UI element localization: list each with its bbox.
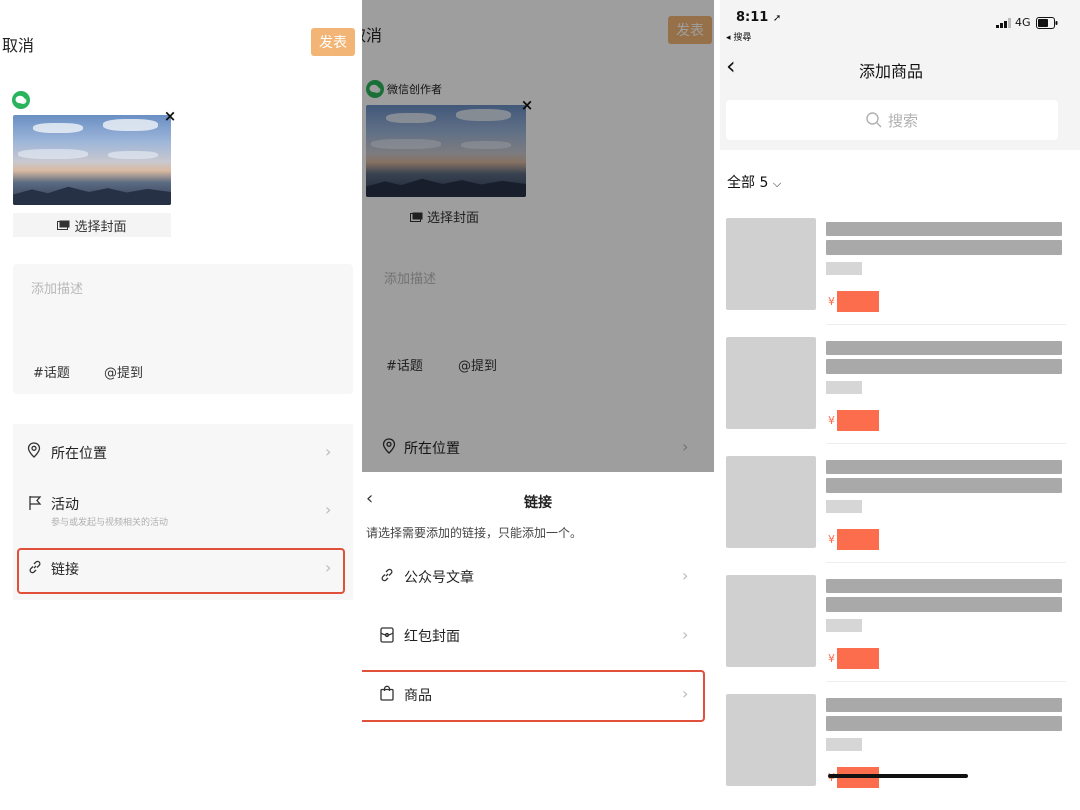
signal-icon	[996, 18, 1012, 28]
product-title-line	[826, 341, 1062, 355]
product-title-line	[826, 597, 1062, 612]
divider	[826, 681, 1066, 682]
description-box[interactable]: 添加描述 #话题 @提到	[13, 264, 353, 394]
product-highlight-frame	[362, 670, 705, 722]
product-thumbnail	[726, 694, 816, 786]
link-sheet: ‹ 链接 请选择需要添加的链接，只能添加一个。 公众号文章 › 红包封面 › 商…	[362, 472, 714, 810]
publish-button[interactable]: 发表	[311, 28, 355, 56]
location-icon	[27, 442, 41, 458]
sheet-title: 链接	[524, 495, 552, 511]
divider	[826, 324, 1066, 325]
product-thumbnail	[726, 456, 816, 548]
activity-subtitle: 参与或发起与视频相关的活动	[51, 518, 169, 528]
product-meta-line	[826, 262, 862, 275]
back-chevron-icon[interactable]: ‹	[366, 488, 373, 509]
link-highlight-frame	[17, 548, 345, 594]
product-title-line	[826, 478, 1062, 493]
product-item[interactable]: ¥	[720, 337, 1080, 449]
location-row[interactable]: 所在位置	[51, 443, 107, 463]
price-currency: ¥	[828, 533, 835, 546]
mention-button[interactable]: @提到	[104, 362, 143, 381]
product-item[interactable]: ¥	[720, 456, 1080, 568]
option-red-packet-cover[interactable]: 红包封面	[404, 626, 460, 646]
product-item[interactable]: ¥	[720, 575, 1080, 687]
product-price	[837, 529, 879, 550]
post-editor-panel: 取消 发表 × 选择封面 添加描述 #话题 @提到 所在位置 › 活动 参与或发…	[0, 0, 360, 810]
divider	[826, 562, 1066, 563]
status-back-link[interactable]: ◂ 搜尋	[726, 30, 751, 43]
activity-row[interactable]: 活动	[51, 494, 79, 514]
search-input[interactable]: 搜索	[726, 100, 1058, 140]
description-placeholder: 添加描述	[31, 282, 84, 297]
network-label: 4G	[1015, 16, 1031, 29]
chevron-right-icon: ›	[325, 442, 332, 461]
chevron-right-icon: ›	[682, 625, 689, 644]
divider	[826, 443, 1066, 444]
chevron-down-icon: ⌵	[772, 177, 782, 190]
product-meta-line	[826, 738, 862, 751]
price-currency: ¥	[828, 295, 835, 308]
link-sheet-panel: 取消 发表 微信创作者 × 选择封面 添加描述 #话题 @提到 所在位置 › ‹…	[362, 0, 714, 810]
page-title: 添加商品	[859, 62, 924, 81]
product-title-line	[826, 359, 1062, 374]
product-title-line	[826, 716, 1062, 731]
product-meta-line	[826, 619, 862, 632]
price-currency: ¥	[828, 414, 835, 427]
product-item[interactable]: ¥	[720, 218, 1080, 330]
chevron-right-icon: ›	[682, 566, 689, 585]
back-chevron-icon[interactable]: ‹	[726, 54, 736, 78]
product-thumbnail	[726, 218, 816, 310]
product-meta-line	[826, 500, 862, 513]
wechat-icon	[12, 91, 30, 109]
product-title-line	[826, 222, 1062, 236]
add-product-panel: 8:11 ➚ ◂ 搜尋 4G ‹ 添加商品 搜索 全部 5 ⌵ ¥ ¥ ¥ ¥ ¥	[720, 0, 1080, 810]
product-thumbnail	[726, 575, 816, 667]
product-title-line	[826, 698, 1062, 712]
status-time: 8:11 ➚	[736, 10, 782, 25]
product-title-line	[826, 460, 1062, 474]
cancel-button[interactable]: 取消	[2, 32, 34, 56]
filter-dropdown[interactable]: 全部 5 ⌵	[727, 172, 781, 192]
home-indicator	[828, 774, 968, 778]
product-meta-line	[826, 381, 862, 394]
red-packet-icon	[380, 627, 394, 643]
battery-icon	[1036, 17, 1058, 29]
chevron-right-icon: ›	[325, 500, 332, 519]
product-price	[837, 291, 879, 312]
option-article[interactable]: 公众号文章	[404, 567, 474, 587]
video-cover-image[interactable]	[13, 115, 171, 205]
link-icon	[380, 568, 394, 582]
image-icon	[57, 220, 70, 230]
product-price	[837, 648, 879, 669]
flag-icon	[28, 495, 42, 511]
close-icon[interactable]: ×	[163, 109, 177, 124]
select-cover-button[interactable]: 选择封面	[13, 213, 171, 237]
topic-tag-button[interactable]: #话题	[33, 362, 70, 381]
modal-overlay[interactable]	[362, 0, 714, 472]
product-item[interactable]: ¥	[720, 694, 1080, 806]
product-title-line	[826, 579, 1062, 593]
product-price	[837, 410, 879, 431]
product-title-line	[826, 240, 1062, 255]
price-currency: ¥	[828, 652, 835, 665]
search-icon	[866, 112, 882, 128]
product-thumbnail	[726, 337, 816, 429]
sheet-hint: 请选择需要添加的链接，只能添加一个。	[366, 526, 583, 540]
